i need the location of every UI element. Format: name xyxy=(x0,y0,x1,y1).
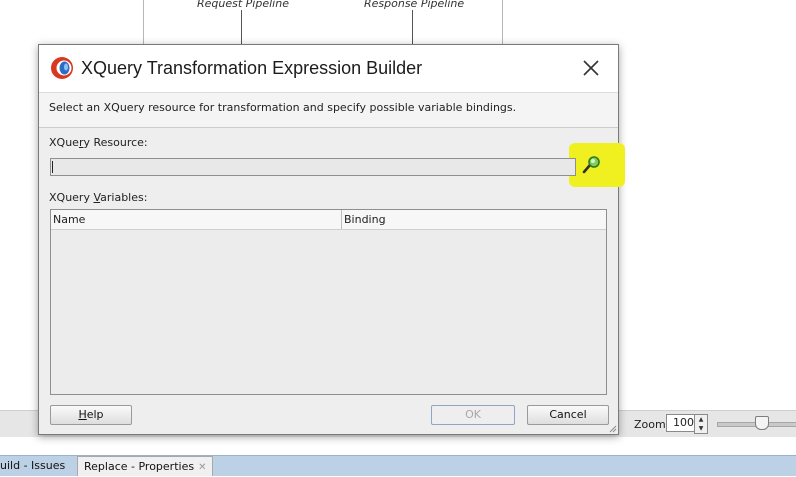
response-pipeline-label: Response Pipeline xyxy=(364,0,465,10)
text-caret xyxy=(52,161,53,173)
close-icon[interactable] xyxy=(580,57,602,79)
zoom-label: Zoom: xyxy=(634,418,670,431)
pipeline-border-left xyxy=(143,0,144,44)
xquery-resource-label: XQuery Resource: xyxy=(49,136,148,149)
pipeline-border-right xyxy=(502,0,503,44)
xquery-variables-label: XQuery Variables: xyxy=(49,191,148,204)
xquery-resource-input[interactable] xyxy=(50,158,576,176)
ok-button[interactable]: OK xyxy=(431,405,515,425)
cancel-button[interactable]: Cancel xyxy=(527,405,609,425)
spin-down-icon[interactable]: ▼ xyxy=(695,424,707,433)
close-icon[interactable]: ✕ xyxy=(198,462,206,473)
variables-table[interactable]: Name Binding xyxy=(50,209,607,395)
request-connector xyxy=(241,10,242,44)
response-connector xyxy=(412,10,413,44)
zoom-slider-thumb[interactable] xyxy=(755,416,769,430)
resize-grip-icon[interactable] xyxy=(609,425,617,433)
column-header-binding[interactable]: Binding xyxy=(342,210,604,229)
column-header-name[interactable]: Name xyxy=(51,210,341,229)
dialog-description: Select an XQuery resource for transforma… xyxy=(49,101,517,114)
spin-up-icon[interactable]: ▲ xyxy=(695,415,707,424)
dialog-title: XQuery Transformation Expression Builder xyxy=(81,58,423,78)
dialog-header: XQuery Transformation Expression Builder xyxy=(39,45,618,92)
xquery-builder-dialog: XQuery Transformation Expression Builder… xyxy=(38,44,625,435)
tab-build-issues[interactable]: uild - Issues xyxy=(0,456,65,475)
help-button[interactable]: Help xyxy=(50,405,132,425)
tab-label: Replace - Properties xyxy=(84,460,195,473)
bottom-tab-bar: uild - Issues Replace - Properties ✕ xyxy=(0,455,796,476)
zoom-spinner[interactable]: ▲ ▼ xyxy=(694,414,708,434)
tab-label: uild - Issues xyxy=(0,459,66,472)
jdeveloper-logo-icon xyxy=(51,57,73,79)
table-header: Name Binding xyxy=(51,210,606,230)
description-band: Select an XQuery resource for transforma… xyxy=(39,92,618,128)
request-pipeline-label: Request Pipeline xyxy=(197,0,289,10)
search-icon[interactable] xyxy=(581,155,605,177)
tab-replace-properties[interactable]: Replace - Properties ✕ xyxy=(77,456,214,476)
